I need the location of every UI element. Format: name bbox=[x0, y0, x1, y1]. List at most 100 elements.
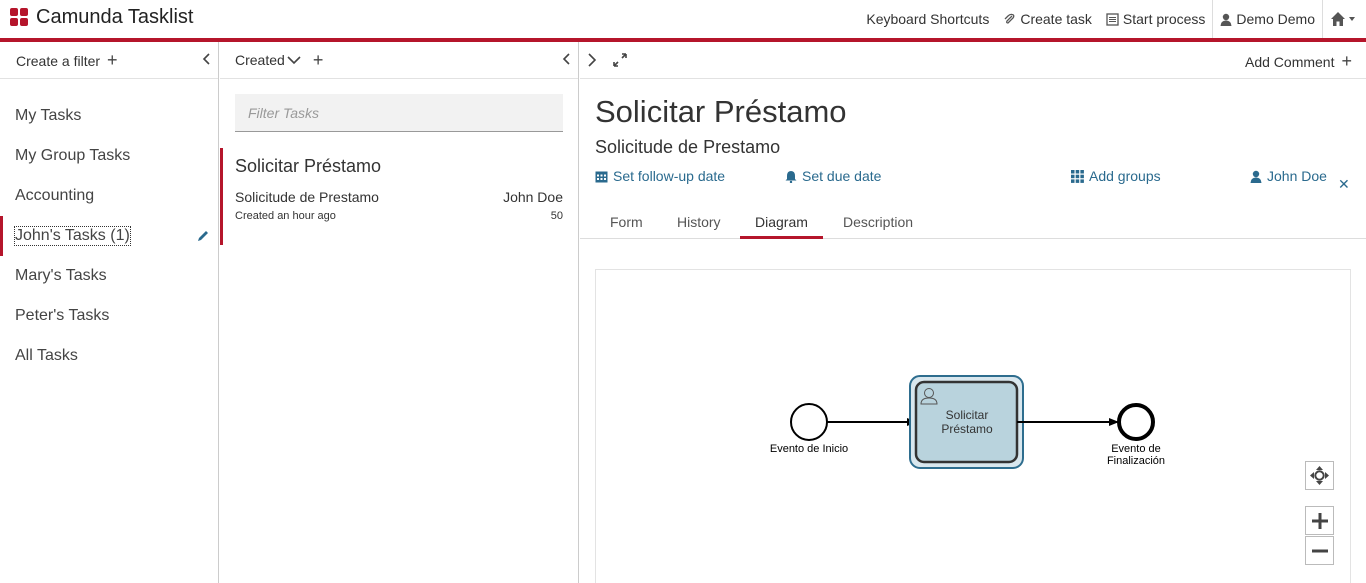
calendar-icon bbox=[595, 171, 608, 182]
reset-zoom-button[interactable] bbox=[1305, 461, 1334, 490]
assignee-label: John Doe bbox=[1267, 168, 1327, 184]
task-detail-column: Add Comment + Solicitar Préstamo Solicitu… bbox=[580, 42, 1366, 583]
move-icon bbox=[1310, 466, 1329, 485]
tab-label: History bbox=[677, 214, 721, 230]
start-process-link[interactable]: Start process bbox=[1099, 0, 1212, 38]
top-nav: Keyboard Shortcuts Create task Start pro… bbox=[859, 0, 1366, 38]
filter-count: (1) bbox=[110, 227, 130, 244]
keyboard-shortcuts-link[interactable]: Keyboard Shortcuts bbox=[859, 0, 996, 38]
filters-column: Create a filter + My Tasks My Group Tasks… bbox=[0, 42, 219, 583]
plus-icon bbox=[1311, 512, 1328, 529]
plus-icon: + bbox=[1341, 51, 1352, 71]
assignee-button[interactable]: John Doe bbox=[1250, 168, 1327, 184]
user-icon bbox=[1250, 170, 1262, 183]
task-assignee: John Doe bbox=[503, 189, 563, 205]
zoom-out-button[interactable] bbox=[1305, 536, 1334, 565]
camunda-logo-icon bbox=[10, 8, 29, 27]
start-event[interactable] bbox=[790, 403, 828, 441]
task-created: Created an hour ago bbox=[235, 210, 336, 222]
task-meta: Solicitude de Prestamo John Doe bbox=[235, 189, 563, 205]
filter-item-peters-tasks[interactable]: Peter's Tasks bbox=[0, 296, 218, 336]
filter-item-my-tasks[interactable]: My Tasks bbox=[0, 96, 218, 136]
bpmn-diagram: Evento de Inicio Solicitar Préstamo Even… bbox=[595, 269, 1351, 583]
home-menu[interactable] bbox=[1322, 0, 1366, 38]
set-due-date-button[interactable]: Set due date bbox=[785, 168, 881, 184]
list-icon bbox=[1106, 12, 1119, 26]
chevron-right-icon[interactable] bbox=[586, 52, 598, 68]
task-list-item[interactable]: Solicitar Préstamo Solicitude de Prestam… bbox=[220, 148, 578, 245]
task-process-name: Solicitude de Prestamo bbox=[235, 189, 379, 205]
end-event[interactable] bbox=[1117, 403, 1155, 441]
user-task-label-line1: Solicitar bbox=[946, 408, 989, 422]
add-sort-button[interactable]: + bbox=[313, 50, 324, 71]
task-title: Solicitar Préstamo bbox=[595, 94, 847, 129]
task-name: Solicitar Préstamo bbox=[235, 156, 382, 176]
chevron-left-icon[interactable] bbox=[202, 52, 212, 66]
filter-tasks-input[interactable]: Filter Tasks bbox=[235, 94, 563, 132]
create-filter-button[interactable]: Create a filter + bbox=[16, 50, 118, 71]
create-task-link[interactable]: Create task bbox=[996, 0, 1099, 38]
tab-label: Diagram bbox=[755, 214, 808, 230]
add-groups-button[interactable]: Add groups bbox=[1071, 168, 1161, 184]
filter-list: My Tasks My Group Tasks Accounting John'… bbox=[0, 79, 218, 376]
task-meta-secondary: Created an hour ago 50 bbox=[235, 210, 563, 222]
filter-item-marys-tasks[interactable]: Mary's Tasks bbox=[0, 256, 218, 296]
bpmn-canvas[interactable]: Evento de Inicio Solicitar Préstamo Even… bbox=[596, 270, 1352, 583]
follow-up-label: Set follow-up date bbox=[613, 168, 726, 184]
detail-tabs: Form History Diagram Description bbox=[580, 208, 1366, 239]
filter-label-active: John's Tasks (1) bbox=[14, 226, 131, 246]
task-priority: 50 bbox=[550, 210, 563, 222]
filter-item-all-tasks[interactable]: All Tasks bbox=[0, 336, 218, 376]
top-navbar: Camunda Tasklist Keyboard Shortcuts Crea… bbox=[0, 0, 1366, 38]
sort-dropdown[interactable]: Created bbox=[235, 52, 301, 68]
filter-label: John's Tasks bbox=[15, 227, 106, 244]
create-filter-label: Create a filter bbox=[16, 52, 101, 69]
chevron-left-icon[interactable] bbox=[562, 52, 572, 66]
filter-tasks-placeholder: Filter Tasks bbox=[248, 104, 320, 121]
tab-history[interactable]: History bbox=[662, 208, 736, 239]
detail-header: Add Comment + bbox=[580, 42, 1366, 79]
filter-item-johns-tasks[interactable]: John's Tasks (1) bbox=[0, 216, 218, 256]
tab-form[interactable]: Form bbox=[595, 208, 658, 239]
grid-icon bbox=[1071, 169, 1084, 183]
app-title: Camunda Tasklist bbox=[36, 6, 194, 28]
pencil-icon[interactable] bbox=[196, 229, 210, 243]
zoom-in-button[interactable] bbox=[1305, 506, 1334, 535]
expand-icon[interactable] bbox=[612, 52, 628, 68]
filter-label: All Tasks bbox=[15, 347, 78, 364]
filter-item-accounting[interactable]: Accounting bbox=[0, 176, 218, 216]
brand[interactable]: Camunda Tasklist bbox=[10, 6, 193, 29]
task-list-header: Created + bbox=[220, 42, 578, 79]
keyboard-shortcuts-label: Keyboard Shortcuts bbox=[866, 11, 990, 27]
tab-description[interactable]: Description bbox=[828, 208, 928, 239]
minus-icon bbox=[1311, 549, 1328, 552]
filter-label: Peter's Tasks bbox=[15, 307, 110, 324]
process-name: Solicitude de Prestamo bbox=[595, 137, 781, 157]
due-date-label: Set due date bbox=[802, 168, 882, 184]
user-name: Demo Demo bbox=[1236, 11, 1315, 27]
tab-label: Form bbox=[610, 214, 643, 230]
paperclip-icon bbox=[1004, 13, 1015, 24]
add-comment-label: Add Comment bbox=[1245, 54, 1335, 70]
filter-label: My Group Tasks bbox=[15, 147, 131, 164]
start-event-label: Evento de Inicio bbox=[770, 443, 848, 455]
sort-label: Created bbox=[235, 52, 285, 68]
filter-label: Accounting bbox=[15, 187, 95, 204]
bell-icon bbox=[785, 170, 797, 183]
filter-item-my-group-tasks[interactable]: My Group Tasks bbox=[0, 136, 218, 176]
home-icon bbox=[1331, 12, 1355, 26]
create-task-label: Create task bbox=[1020, 11, 1092, 27]
add-comment-button[interactable]: Add Comment + bbox=[1245, 51, 1352, 72]
task-list-column: Created + Filter Tasks Solicitar Préstam… bbox=[220, 42, 579, 583]
tab-diagram[interactable]: Diagram bbox=[740, 208, 823, 239]
filter-label: Mary's Tasks bbox=[15, 267, 107, 284]
tab-label: Description bbox=[843, 214, 914, 230]
user-menu[interactable]: Demo Demo bbox=[1212, 0, 1322, 38]
set-follow-up-date-button[interactable]: Set follow-up date bbox=[595, 168, 725, 184]
plus-icon: + bbox=[107, 49, 118, 70]
end-event-label-line1: Evento de bbox=[1111, 443, 1161, 455]
remove-assignee-close-icon[interactable]: ✕ bbox=[1338, 176, 1350, 193]
end-event-label-line2: Finalización bbox=[1107, 455, 1165, 467]
user-task-label-line2: Préstamo bbox=[941, 422, 993, 436]
chevron-down-icon bbox=[287, 56, 301, 65]
